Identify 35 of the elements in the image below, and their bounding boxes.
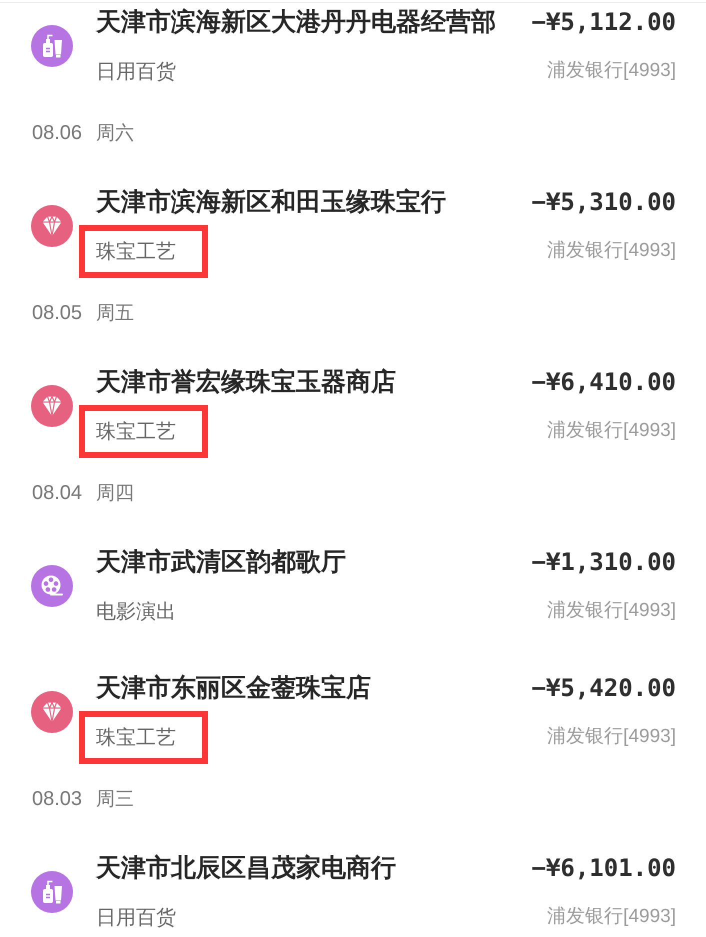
- category-label: 日用百货: [96, 58, 176, 84]
- bottle-and-tube-icon: [31, 870, 73, 912]
- merchant-name: 天津市滨海新区大港丹丹电器经营部: [96, 7, 496, 37]
- category-label: 珠宝工艺: [96, 418, 176, 444]
- merchant-name: 天津市武清区韵都歌厅: [96, 547, 346, 577]
- merchant-name: 天津市誉宏缘珠宝玉器商店: [96, 367, 396, 397]
- category-label: 珠宝工艺: [96, 724, 176, 750]
- category-label: 日用百货: [96, 904, 176, 930]
- amount-text: −¥6,410.00: [532, 367, 676, 397]
- amount-text: −¥5,112.00: [532, 7, 676, 37]
- weekday-label: 周六: [96, 121, 134, 146]
- account-label: 浦发银行[4993]: [547, 239, 676, 263]
- category-label: 电影演出: [96, 598, 176, 624]
- film-reel-icon: [31, 564, 73, 606]
- date-label: 08.03: [32, 787, 84, 812]
- merchant-name: 天津市滨海新区和田玉缘珠宝行: [96, 187, 446, 217]
- amount-text: −¥1,310.00: [532, 547, 676, 577]
- date-label: 08.04: [32, 481, 84, 506]
- weekday-label: 周五: [96, 301, 134, 326]
- amount-text: −¥6,101.00: [532, 853, 676, 883]
- merchant-name: 天津市北辰区昌茂家电商行: [96, 853, 396, 883]
- account-label: 浦发银行[4993]: [547, 419, 676, 443]
- amount-text: −¥5,420.00: [532, 673, 676, 703]
- weekday-label: 周三: [96, 787, 134, 812]
- category-label: 珠宝工艺: [96, 238, 176, 264]
- account-label: 浦发银行[4993]: [547, 59, 676, 83]
- date-label: 08.05: [32, 301, 84, 326]
- account-label: 浦发银行[4993]: [547, 905, 676, 929]
- merchant-name: 天津市东丽区金蓥珠宝店: [96, 673, 371, 703]
- account-label: 浦发银行[4993]: [547, 599, 676, 623]
- date-label: 08.06: [32, 121, 84, 146]
- bottle-and-tube-icon: [31, 24, 73, 66]
- weekday-label: 周四: [96, 481, 134, 506]
- amount-text: −¥5,310.00: [532, 187, 676, 217]
- account-label: 浦发银行[4993]: [547, 725, 676, 749]
